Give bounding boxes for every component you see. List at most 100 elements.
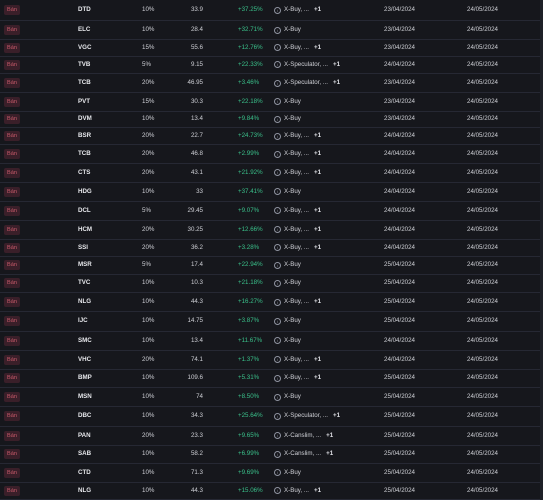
- more-strategies-badge[interactable]: +1: [326, 432, 333, 440]
- table-row[interactable]: Bán SSI 20% 36.2 +3.28% i X-Buy, ... +1 24/04/20…: [0, 240, 543, 257]
- info-icon[interactable]: i: [274, 169, 281, 177]
- info-icon[interactable]: i: [274, 393, 281, 401]
- table-row[interactable]: Bán DVM 10% 13.4 +9.84% i X-Buy 23/04/2024 24/05…: [0, 112, 543, 128]
- more-strategies-badge[interactable]: +1: [314, 169, 321, 177]
- table-row[interactable]: Bán BSR 20% 22.7 +24.73% i X-Buy, ... +1 24/04/2…: [0, 128, 543, 145]
- more-strategies-badge[interactable]: +1: [333, 79, 340, 87]
- ticker-symbol[interactable]: BSR: [78, 132, 91, 140]
- ticker-symbol[interactable]: SMC: [78, 337, 92, 345]
- table-row[interactable]: Bán BMP 10% 109.6 +5.31% i X-Buy, ... +1 25/04/2…: [0, 370, 543, 388]
- table-row[interactable]: Bán CTD 10% 71.3 +9.69% i X-Buy 25/04/2024 24/05…: [0, 464, 543, 483]
- strategy-cell[interactable]: i X-Buy: [274, 337, 301, 345]
- more-strategies-badge[interactable]: +1: [314, 150, 321, 158]
- table-row[interactable]: Bán HDG 10% 33 +37.41% i X-Buy 24/04/2024 24/05/…: [0, 183, 543, 202]
- ticker-symbol[interactable]: VHC: [78, 356, 91, 364]
- ticker-symbol[interactable]: CTD: [78, 469, 91, 477]
- strategy-cell[interactable]: i X-Buy: [274, 115, 301, 123]
- table-row[interactable]: Bán PAN 20% 23.3 +9.65% i X-Canslim, ... +1 25/0…: [0, 427, 543, 446]
- table-row[interactable]: Bán MSR 5% 17.4 +22.94% i X-Buy 25/04/2024 24/05…: [0, 257, 543, 275]
- more-strategies-badge[interactable]: +1: [314, 132, 321, 140]
- table-row[interactable]: Bán SMC 10% 13.4 +11.67% i X-Buy 24/04/2024 24/0…: [0, 332, 543, 351]
- table-row[interactable]: Bán MSN 10% 74 +8.50% i X-Buy 25/04/2024 24/05/2…: [0, 388, 543, 407]
- table-row[interactable]: Bán TCB 20% 46.95 +3.46% i X-Speculator, ... +1…: [0, 74, 543, 93]
- ticker-symbol[interactable]: MSN: [78, 393, 92, 401]
- ticker-symbol[interactable]: DCL: [78, 207, 91, 215]
- table-row[interactable]: Bán VHC 20% 74.1 +1.37% i X-Buy, ... +1 24/04/20…: [0, 351, 543, 370]
- info-icon[interactable]: i: [274, 98, 281, 106]
- more-strategies-badge[interactable]: +1: [314, 298, 321, 306]
- info-icon[interactable]: i: [274, 44, 281, 52]
- strategy-cell[interactable]: i X-Canslim, ... +1: [274, 432, 333, 440]
- table-row[interactable]: Bán VGC 15% 55.6 +12.76% i X-Buy, ... +1 23/04/2…: [0, 40, 543, 57]
- ticker-symbol[interactable]: IJC: [78, 317, 88, 325]
- more-strategies-badge[interactable]: +1: [314, 44, 321, 52]
- info-icon[interactable]: i: [274, 469, 281, 477]
- more-strategies-badge[interactable]: +1: [326, 450, 333, 458]
- info-icon[interactable]: i: [274, 279, 281, 287]
- strategy-cell[interactable]: i X-Buy, ... +1: [274, 6, 321, 14]
- strategy-cell[interactable]: i X-Buy, ... +1: [274, 44, 321, 52]
- info-icon[interactable]: i: [274, 207, 281, 214]
- strategy-cell[interactable]: i X-Buy: [274, 188, 301, 196]
- info-icon[interactable]: i: [274, 450, 281, 458]
- more-strategies-badge[interactable]: +1: [333, 412, 340, 420]
- ticker-symbol[interactable]: CTS: [78, 169, 90, 177]
- ticker-symbol[interactable]: MSR: [78, 261, 92, 269]
- info-icon[interactable]: i: [274, 6, 281, 14]
- table-row[interactable]: Bán SAB 10% 58.2 +6.99% i X-Canslim, ... +1 25/0…: [0, 446, 543, 464]
- info-icon[interactable]: i: [274, 61, 281, 69]
- strategy-cell[interactable]: i X-Speculator, ... +1: [274, 61, 340, 69]
- table-row[interactable]: Bán ELC 10% 28.4 +32.71% i X-Buy 23/04/2024 24/0…: [0, 21, 543, 40]
- info-icon[interactable]: i: [274, 26, 281, 34]
- ticker-symbol[interactable]: NLG: [78, 487, 91, 495]
- strategy-cell[interactable]: i X-Canslim, ... +1: [274, 450, 333, 458]
- strategy-cell[interactable]: i X-Buy, ... +1: [274, 487, 321, 495]
- ticker-symbol[interactable]: DBC: [78, 412, 91, 420]
- strategy-cell[interactable]: i X-Speculator, ... +1: [274, 412, 340, 420]
- info-icon[interactable]: i: [274, 374, 281, 382]
- table-row[interactable]: Bán CTS 20% 43.1 +21.92% i X-Buy, ... +1 24/04/2…: [0, 164, 543, 183]
- ticker-symbol[interactable]: DTD: [78, 6, 91, 14]
- table-row[interactable]: Bán TVB 5% 9.15 +22.33% i X-Speculator, ... +1 2…: [0, 57, 543, 74]
- strategy-cell[interactable]: i X-Buy, ... +1: [274, 298, 321, 306]
- table-row[interactable]: Bán IJC 10% 14.75 +3.87% i X-Buy 25/04/2024 24/0…: [0, 312, 543, 332]
- strategy-cell[interactable]: i X-Buy, ... +1: [274, 356, 321, 364]
- ticker-symbol[interactable]: TVB: [78, 61, 90, 69]
- info-icon[interactable]: i: [274, 79, 281, 87]
- ticker-symbol[interactable]: NLG: [78, 298, 91, 306]
- ticker-symbol[interactable]: HCM: [78, 226, 92, 234]
- info-icon[interactable]: i: [274, 226, 281, 233]
- more-strategies-badge[interactable]: +1: [314, 226, 321, 234]
- strategy-cell[interactable]: i X-Buy, ... +1: [274, 169, 321, 177]
- more-strategies-badge[interactable]: +1: [314, 207, 321, 215]
- ticker-symbol[interactable]: TVC: [78, 279, 90, 287]
- info-icon[interactable]: i: [274, 115, 281, 123]
- table-row[interactable]: Bán HCM 20% 30.25 +12.66% i X-Buy, ... +1 24/04/…: [0, 221, 543, 240]
- strategy-cell[interactable]: i X-Speculator, ... +1: [274, 79, 340, 87]
- strategy-cell[interactable]: i X-Buy, ... +1: [274, 374, 321, 382]
- strategy-cell[interactable]: i X-Buy: [274, 26, 301, 34]
- ticker-symbol[interactable]: DVM: [78, 115, 92, 123]
- strategy-cell[interactable]: i X-Buy: [274, 469, 301, 477]
- info-icon[interactable]: i: [274, 244, 281, 252]
- more-strategies-badge[interactable]: +1: [314, 6, 321, 14]
- table-row[interactable]: Bán NLG 10% 44.3 +15.06% i X-Buy, ... +1 25/04/2…: [0, 483, 543, 500]
- strategy-cell[interactable]: i X-Buy, ... +1: [274, 244, 321, 252]
- ticker-symbol[interactable]: TCB: [78, 150, 91, 158]
- table-row[interactable]: Bán DTD 10% 33.9 +37.25% i X-Buy, ... +1 23/04/2…: [0, 0, 543, 21]
- ticker-symbol[interactable]: PAN: [78, 432, 91, 440]
- info-icon[interactable]: i: [274, 188, 281, 195]
- table-row[interactable]: Bán DBC 10% 34.3 +25.64% i X-Speculator, ... +1…: [0, 407, 543, 427]
- more-strategies-badge[interactable]: +1: [314, 244, 321, 252]
- table-row[interactable]: Bán TVC 10% 10.3 +21.18% i X-Buy 25/04/2024 24/0…: [0, 275, 543, 293]
- ticker-symbol[interactable]: BMP: [78, 374, 92, 382]
- table-row[interactable]: Bán PVT 15% 30.3 +22.18% i X-Buy 23/04/2024 24/0…: [0, 93, 543, 112]
- info-icon[interactable]: i: [274, 317, 281, 325]
- ticker-symbol[interactable]: TCB: [78, 79, 91, 87]
- strategy-cell[interactable]: i X-Buy, ... +1: [274, 226, 321, 234]
- strategy-cell[interactable]: i X-Buy, ... +1: [274, 132, 321, 140]
- info-icon[interactable]: i: [274, 337, 281, 344]
- ticker-symbol[interactable]: VGC: [78, 44, 91, 52]
- more-strategies-badge[interactable]: +1: [314, 356, 321, 364]
- info-icon[interactable]: i: [274, 298, 281, 306]
